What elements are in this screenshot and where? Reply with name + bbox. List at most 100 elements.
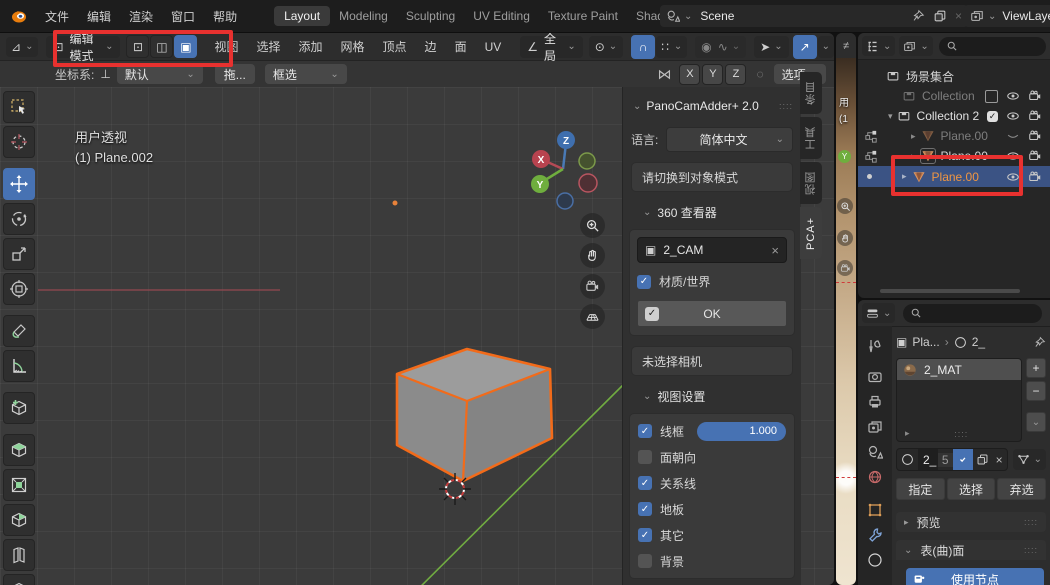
- material-sphere-icon[interactable]: [897, 453, 918, 466]
- caret-right-icon[interactable]: ▸: [911, 151, 916, 162]
- breadcrumb-object[interactable]: Pla...: [912, 335, 939, 349]
- select-mode-vertex-button[interactable]: ⊡: [126, 35, 149, 58]
- caret-right-icon[interactable]: ▸: [902, 171, 907, 182]
- snap-settings-selector[interactable]: ∷ ⌄: [656, 36, 687, 58]
- add-slot-button[interactable]: +: [1026, 358, 1046, 378]
- outliner-scrollbar[interactable]: [880, 289, 1020, 293]
- perspective-toggle-button[interactable]: [580, 304, 605, 329]
- outliner-row-plane-selected[interactable]: ▸ Plane.00: [858, 166, 1050, 187]
- menu-vertex[interactable]: 顶点: [374, 38, 416, 55]
- gizmo-neg-x[interactable]: [579, 174, 597, 192]
- overlays-selector[interactable]: ⌄: [818, 36, 834, 58]
- tool-add-cube[interactable]: [3, 392, 35, 424]
- camera-toggle-icon[interactable]: [1028, 170, 1042, 184]
- material-world-checkbox-row[interactable]: ✓ 材质/世界: [637, 273, 787, 290]
- checkbox-checked-icon[interactable]: ✓: [637, 275, 651, 289]
- tool-scale[interactable]: [3, 238, 35, 270]
- select-box-dropdown[interactable]: 框选 ⌄: [265, 64, 347, 84]
- menu-select[interactable]: 选择: [247, 38, 289, 55]
- outliner-search[interactable]: [939, 37, 1046, 56]
- outliner-display-mode[interactable]: ⌄: [899, 36, 932, 56]
- secondary-header-icon[interactable]: ≠: [843, 40, 849, 52]
- checkbox-checked-icon[interactable]: ✓: [638, 528, 652, 542]
- workspace-tab-sculpting[interactable]: Sculpting: [397, 9, 464, 23]
- select-mode-edge-button[interactable]: ◫: [150, 35, 173, 58]
- tab-object-icon[interactable]: [867, 502, 883, 518]
- tool-bevel[interactable]: [3, 504, 35, 536]
- pin-icon[interactable]: [911, 9, 925, 23]
- mirror-y-button[interactable]: Y: [702, 64, 723, 85]
- proportional-editing-group[interactable]: ◉ ∿ ⌄: [695, 36, 746, 58]
- outliner-row-plane-active-data[interactable]: ▸ Plane.00: [858, 146, 1050, 166]
- viewlayer-name[interactable]: ViewLayer: [1002, 9, 1050, 23]
- eye-icon[interactable]: [1006, 109, 1020, 123]
- checkbox-empty-icon[interactable]: [638, 554, 652, 568]
- scene-selector[interactable]: ⌄ Scene ×: [660, 5, 968, 27]
- editor-type-selector[interactable]: ⊿ ⌄: [6, 37, 38, 57]
- coord-default-selector[interactable]: 默认 ⌄: [117, 64, 203, 84]
- tool-select-box[interactable]: [3, 91, 35, 123]
- drag-button[interactable]: 拖...: [215, 64, 255, 84]
- assign-button[interactable]: 指定: [896, 478, 945, 500]
- camera-toggle-icon[interactable]: [1028, 109, 1042, 123]
- users-count-badge[interactable]: 5: [938, 453, 953, 467]
- eye-icon[interactable]: [1006, 89, 1020, 103]
- menu-file[interactable]: 文件: [36, 8, 78, 25]
- outliner-row-collection2[interactable]: ▾ Collection 2 ✓: [858, 106, 1050, 126]
- material-slot-active[interactable]: 2_MAT: [897, 359, 1021, 380]
- gizmo-neg-y[interactable]: [579, 153, 595, 169]
- menu-face[interactable]: 面: [446, 38, 476, 55]
- deselect-button[interactable]: 弃选: [997, 478, 1046, 500]
- camera-view-button[interactable]: [580, 274, 605, 299]
- snap-proximity-icon[interactable]: ◌: [756, 67, 763, 81]
- floor-row[interactable]: ✓ 地板: [638, 496, 786, 522]
- outliner-row-collection[interactable]: Collection: [858, 86, 1050, 106]
- camera-toggle-icon[interactable]: [1028, 129, 1042, 143]
- snap-toggle-button[interactable]: ∩: [631, 35, 655, 59]
- surface-panel-header[interactable]: ⌄ 表(曲)面 ::::: [896, 540, 1046, 560]
- unlink-icon[interactable]: ×: [992, 453, 1007, 467]
- caret-right-icon[interactable]: ▸: [911, 131, 916, 142]
- face-orientation-row[interactable]: 面朝向: [638, 444, 786, 470]
- tab-material-icon[interactable]: [867, 552, 883, 568]
- tool-cursor[interactable]: [3, 126, 35, 158]
- secondary-viewport[interactable]: ≠ 用 (1 Y: [836, 33, 856, 585]
- blender-logo-icon[interactable]: [10, 7, 28, 25]
- tab-view[interactable]: 视图: [800, 162, 822, 204]
- slot-specials-button[interactable]: ⌄: [1026, 412, 1046, 432]
- breadcrumb-material[interactable]: 2_: [972, 335, 985, 349]
- camera-toggle-icon[interactable]: [1028, 149, 1042, 163]
- other-row[interactable]: ✓ 其它: [638, 522, 786, 548]
- show-gizmo-selector[interactable]: ➤ ⌄: [754, 36, 788, 58]
- outliner-row-plane-hidden[interactable]: ▸ Plane.00: [858, 126, 1050, 146]
- view-settings-header[interactable]: ⌄ 视图设置: [623, 376, 801, 409]
- tool-loop-cut[interactable]: [3, 539, 35, 571]
- select-button[interactable]: 选择: [947, 478, 996, 500]
- language-dropdown[interactable]: 简体中文 ⌄: [666, 127, 793, 152]
- tool-inset-faces[interactable]: [3, 469, 35, 501]
- mode-selector[interactable]: ⊡ 编辑模式 ⌄: [46, 36, 120, 58]
- tab-tool[interactable]: 工具: [800, 117, 822, 159]
- drag-dots-icon[interactable]: ::::: [779, 101, 793, 111]
- workspace-tab-texturepaint[interactable]: Texture Paint: [539, 9, 627, 23]
- outliner-row-scene-collection[interactable]: 场景集合: [858, 66, 1050, 86]
- gizmo-y-label[interactable]: Y: [537, 180, 544, 191]
- preview-panel-header[interactable]: ▸ 预览 ::::: [896, 512, 1046, 532]
- new-scene-icon[interactable]: [933, 9, 947, 23]
- tool-move[interactable]: [3, 168, 35, 200]
- drag-dots-icon[interactable]: ::::: [1024, 517, 1038, 527]
- npanel-header[interactable]: ⌄ PanoCamAdder+ 2.0 ::::: [623, 87, 801, 119]
- tool-measure[interactable]: [3, 350, 35, 382]
- camera-object-field[interactable]: ▣ 2_CAM ×: [637, 237, 787, 263]
- menu-add[interactable]: 添加: [290, 38, 332, 55]
- menu-window[interactable]: 窗口: [162, 8, 204, 25]
- mirror-icon[interactable]: ⋈: [657, 66, 671, 83]
- scene-name[interactable]: Scene: [700, 9, 734, 23]
- edit-cube[interactable]: [380, 337, 580, 557]
- menu-view[interactable]: 视图: [205, 38, 247, 55]
- ok-button[interactable]: ✓ OK: [637, 300, 787, 327]
- checkbox-checked-icon[interactable]: ✓: [638, 502, 652, 516]
- use-nodes-button[interactable]: 使用节点: [906, 568, 1044, 585]
- gizmo-neg-z[interactable]: [557, 193, 573, 209]
- remove-slot-button[interactable]: −: [1026, 381, 1046, 401]
